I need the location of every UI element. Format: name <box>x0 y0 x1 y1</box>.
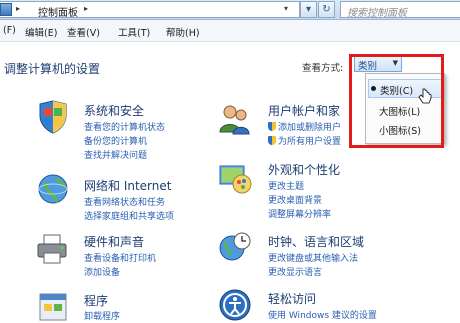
menu-help[interactable]: 帮助(H) <box>166 25 200 39</box>
uac-shield-icon <box>268 122 276 131</box>
refresh-button[interactable]: ↻ <box>318 1 335 18</box>
breadcrumb-arrow-icon[interactable]: ▸ <box>84 4 88 13</box>
link-all-users[interactable]: 为所有用户设置 <box>268 134 341 147</box>
address-field[interactable]: ▸ 控制面板 ▸ ▾ <box>0 1 300 19</box>
link-desktop-background[interactable]: 更改桌面背景 <box>268 193 322 206</box>
view-by-label: 查看方式: <box>302 63 344 74</box>
link-devices-printers[interactable]: 查看设备和打印机 <box>84 251 156 264</box>
link-screen-resolution[interactable]: 调整屏幕分辨率 <box>268 207 331 220</box>
menu-view[interactable]: 查看(V) <box>67 25 100 39</box>
link-backup[interactable]: 备份您的计算机 <box>84 134 147 147</box>
category-title-system-security[interactable]: 系统和安全 <box>84 102 144 119</box>
menu-tools[interactable]: 工具(T) <box>118 25 150 39</box>
link-add-remove-user[interactable]: 添加或删除用户 <box>268 120 341 133</box>
printer-icon[interactable] <box>36 232 70 266</box>
search-placeholder: 搜索控制面板 <box>347 8 407 19</box>
menu-edit[interactable]: 编辑(E) <box>25 25 57 39</box>
link-change-theme[interactable]: 更改主题 <box>268 179 304 192</box>
address-dropdown-icon[interactable]: ▾ <box>284 4 288 13</box>
chevron-down-icon: ▼ <box>392 59 398 67</box>
address-bar: ▸ 控制面板 ▸ ▾ ▾ ↻ 搜索控制面板 <box>0 0 460 20</box>
selected-bullet-icon <box>371 86 376 91</box>
link-keyboard-input[interactable]: 更改键盘或其他输入法 <box>268 251 358 264</box>
breadcrumb-control-panel[interactable]: 控制面板 <box>38 4 78 19</box>
view-by-dropdown: 类别(C) 大图标(L) 小图标(S) <box>365 73 445 144</box>
link-troubleshoot[interactable]: 查找并解决问题 <box>84 148 147 161</box>
view-by-value: 类别 <box>358 61 378 72</box>
appearance-icon[interactable] <box>218 160 252 194</box>
link-display-language[interactable]: 更改显示语言 <box>268 265 322 278</box>
link-check-status[interactable]: 查看您的计算机状态 <box>84 120 165 133</box>
menu-file[interactable]: (F) <box>3 25 16 36</box>
page-title: 调整计算机的设置 <box>4 62 101 76</box>
category-title-network[interactable]: 网络和 Internet <box>84 177 171 194</box>
hand-cursor-icon <box>418 88 432 104</box>
uac-shield-icon <box>268 136 276 145</box>
link-recommended-settings[interactable]: 使用 Windows 建议的设置 <box>268 308 377 321</box>
category-title-clock-region[interactable]: 时钟、语言和区域 <box>268 233 364 250</box>
network-globe-icon[interactable] <box>36 172 70 206</box>
control-panel-icon <box>0 3 12 16</box>
breadcrumb-arrow-icon[interactable]: ▸ <box>16 4 20 13</box>
category-title-appearance[interactable]: 外观和个性化 <box>268 161 340 178</box>
link-uninstall[interactable]: 卸载程序 <box>84 309 120 322</box>
clock-globe-icon[interactable] <box>218 230 252 264</box>
link-homegroup[interactable]: 选择家庭组和共享选项 <box>84 209 174 222</box>
users-icon[interactable] <box>218 102 252 136</box>
category-title-programs[interactable]: 程序 <box>84 292 108 309</box>
search-input[interactable]: 搜索控制面板 <box>340 1 460 19</box>
ease-of-access-icon[interactable] <box>218 288 252 322</box>
category-title-hardware[interactable]: 硬件和声音 <box>84 233 144 250</box>
link-add-device[interactable]: 添加设备 <box>84 265 120 278</box>
link-network-status[interactable]: 查看网络状态和任务 <box>84 195 165 208</box>
menu-bar: (F) 编辑(E) 查看(V) 工具(T) 帮助(H) <box>0 20 460 42</box>
refresh-arrow-icon[interactable]: ▾ <box>300 1 317 18</box>
category-title-ease-of-access[interactable]: 轻松访问 <box>268 290 316 307</box>
category-title-user-accounts[interactable]: 用户帐户和家 <box>268 102 340 119</box>
shield-flag-icon[interactable] <box>36 100 70 134</box>
view-by-select[interactable]: 类别 ▼ <box>354 56 402 72</box>
programs-icon[interactable] <box>36 290 70 323</box>
option-small-icons[interactable]: 小图标(S) <box>368 120 442 139</box>
